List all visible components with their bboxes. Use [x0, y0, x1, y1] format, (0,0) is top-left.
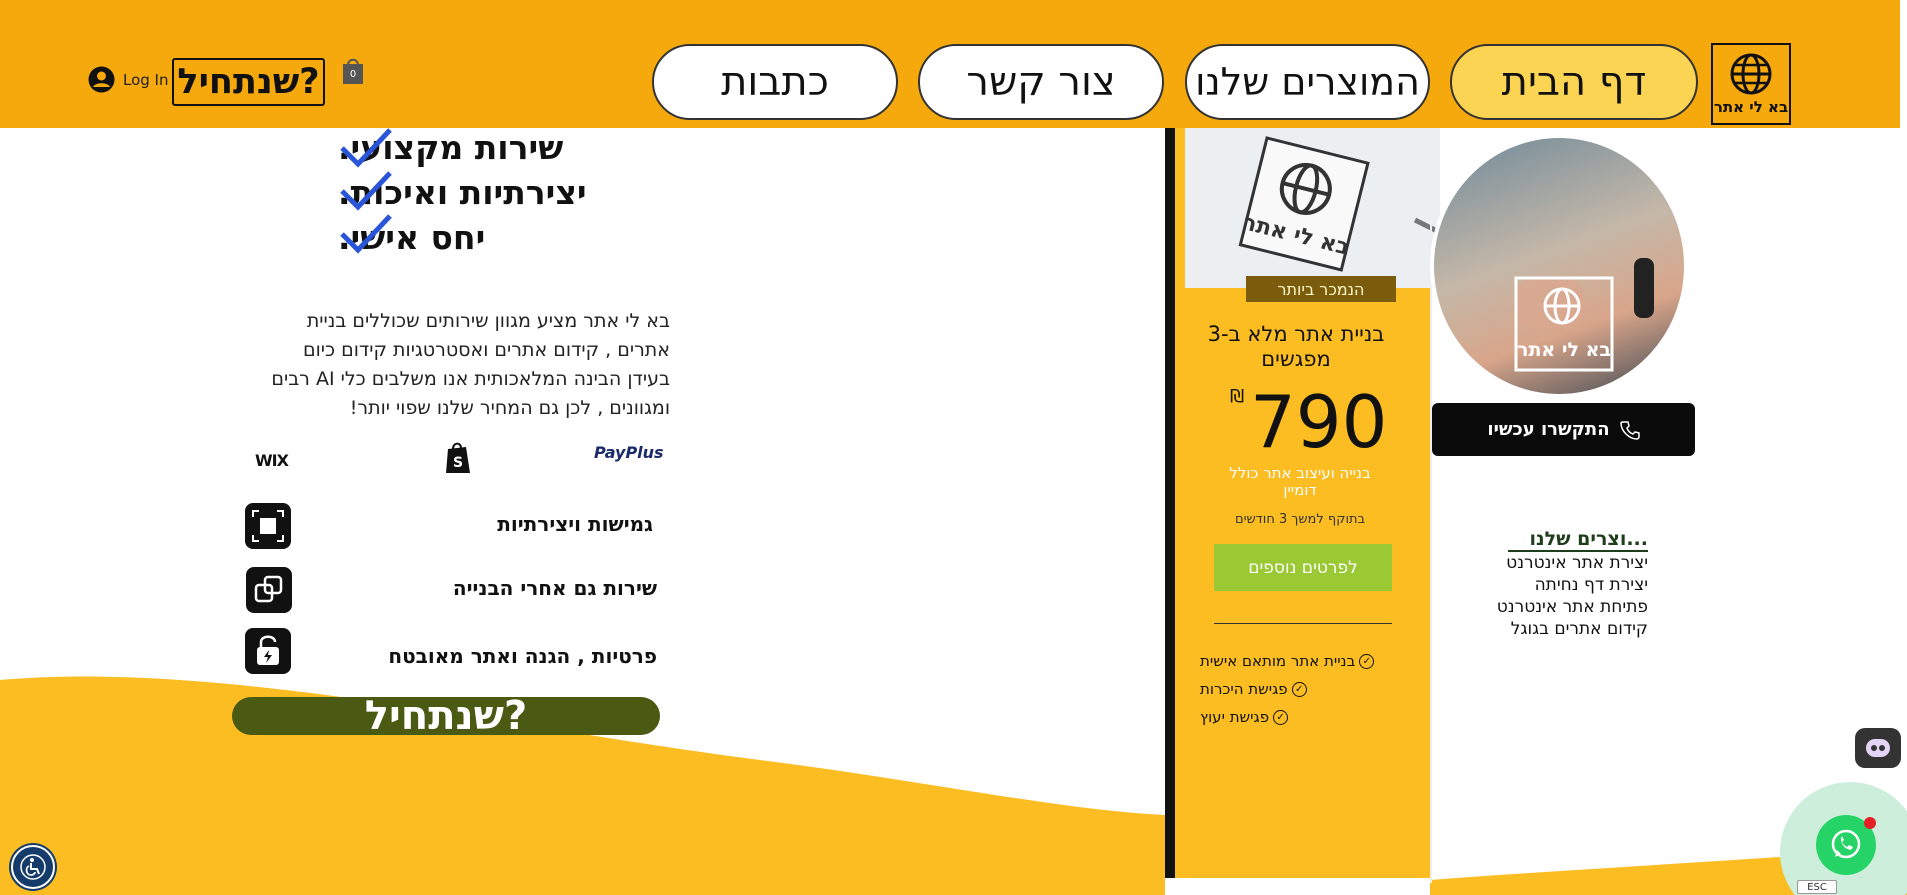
- nav-articles[interactable]: כתבות: [652, 44, 898, 120]
- phone-icon: [1619, 420, 1640, 440]
- start-button-header[interactable]: שנתחיל?: [172, 58, 325, 106]
- feature-check-item: שירות מקצועי.: [338, 128, 668, 168]
- wix-logo: WIX: [255, 451, 289, 470]
- site-logo[interactable]: בא לי אתר: [1711, 43, 1791, 125]
- currency-symbol: ₪: [1230, 386, 1245, 407]
- check-circle-icon: ✓: [1291, 681, 1307, 697]
- product-link[interactable]: יצירת אתר אינטרנט: [1440, 553, 1648, 573]
- checkmark-icon: [340, 171, 392, 211]
- svg-text:S: S: [453, 455, 463, 471]
- avatar: בא לי אתר: [1430, 134, 1688, 398]
- login-label: Log In: [123, 70, 169, 89]
- pricing-image: בא לי אתר: [1185, 128, 1440, 288]
- copy-icon: [246, 567, 292, 613]
- chatbot-button[interactable]: [1855, 728, 1901, 768]
- feature-check-item: יצירתיות ואיכות.: [338, 171, 668, 212]
- checkmark-icon: [340, 214, 392, 254]
- check-circle-icon: ✓: [1359, 653, 1375, 669]
- plan-price: 790: [1250, 380, 1388, 464]
- logo-stamp-image: בא לי אתר: [1185, 128, 1440, 288]
- whatsapp-icon: [1831, 829, 1861, 859]
- shopify-icon: S: [446, 442, 470, 473]
- product-link[interactable]: פתיחת אתר אינטרנט: [1440, 597, 1648, 617]
- call-now-label: התקשרו עכשיו: [1487, 419, 1610, 440]
- checkmark-icon: [340, 128, 392, 168]
- globe-icon: [1730, 53, 1772, 95]
- cart-button[interactable]: 0: [341, 56, 365, 86]
- more-details-button[interactable]: לפרטים נוספים: [1214, 544, 1392, 591]
- cart-count: 0: [349, 69, 357, 80]
- nav-home[interactable]: דף הבית: [1450, 44, 1698, 120]
- logo-text: בא לי אתר: [1713, 98, 1789, 116]
- start-button-bottom[interactable]: שנתחיל?: [232, 697, 660, 735]
- expand-icon: [245, 503, 291, 549]
- plan-description: בנייה ועיצוב אתר כולל דומיין: [1229, 464, 1371, 499]
- page: { "header": { "logo_text": "בא לי אתר", …: [0, 0, 1907, 895]
- payplus-logo: PayPlus: [594, 443, 664, 462]
- check-circle-icon: ✓: [1273, 709, 1289, 725]
- perk-item: ✓ פגישת היכרות: [1200, 680, 1393, 698]
- wheelchair-icon: [20, 854, 46, 880]
- call-now-button[interactable]: התקשרו עכשיו: [1432, 403, 1695, 456]
- intro-paragraph: בא לי אתר מציע מגוון שירותים שכוללים בני…: [271, 310, 670, 419]
- robot-icon: [1866, 739, 1890, 757]
- feature-check-item: יחס אישי.: [338, 214, 668, 257]
- plan-validity: בתוקף למשך 3 חודשים: [1234, 512, 1366, 527]
- feature-flexibility: גמישות ויצירתיות: [497, 512, 653, 536]
- notification-dot: [1864, 817, 1876, 829]
- bestseller-badge: הנמכר ביותר: [1246, 276, 1396, 302]
- plan-title: בניית אתר מלא ב-3 מפגשים: [1207, 322, 1385, 371]
- user-icon: [88, 66, 115, 93]
- perk-label: פגישת יעוץ: [1200, 708, 1270, 726]
- avatar-logo-text: בא לי אתר: [1517, 339, 1611, 361]
- perk-item: ✓ פגישת יעוץ: [1200, 708, 1393, 726]
- feature-service: שירות גם אחרי הבנייה: [452, 576, 657, 600]
- feature-privacy: פרטיות , הגנה ואתר מאובטח: [388, 644, 657, 668]
- login-button[interactable]: Log In: [88, 66, 169, 93]
- product-link[interactable]: יצירת דף נחיתה: [1440, 575, 1648, 595]
- features-top: שירות מקצועי. יצירתיות ואיכות. יחס אישי.: [338, 128, 668, 263]
- accessibility-button[interactable]: [11, 845, 55, 889]
- perk-label: פגישת היכרות: [1200, 680, 1288, 698]
- lock-icon: [245, 628, 291, 674]
- perk-item: ✓ בניית אתר מותאם אישית: [1200, 652, 1393, 670]
- perk-label: בניית אתר מותאם אישית: [1200, 652, 1356, 670]
- products-title: ...וצרים שלנו: [1508, 528, 1648, 552]
- nav-products[interactable]: המוצרים שלנו: [1185, 44, 1430, 120]
- pricing-divider: [1214, 623, 1392, 624]
- esc-key-hint: ESC: [1797, 880, 1837, 894]
- nav-contact[interactable]: צור קשר: [918, 44, 1164, 120]
- product-link[interactable]: קידום אתרים בגוגל: [1440, 619, 1648, 639]
- pricing-card: בא לי אתר: [1165, 128, 1440, 878]
